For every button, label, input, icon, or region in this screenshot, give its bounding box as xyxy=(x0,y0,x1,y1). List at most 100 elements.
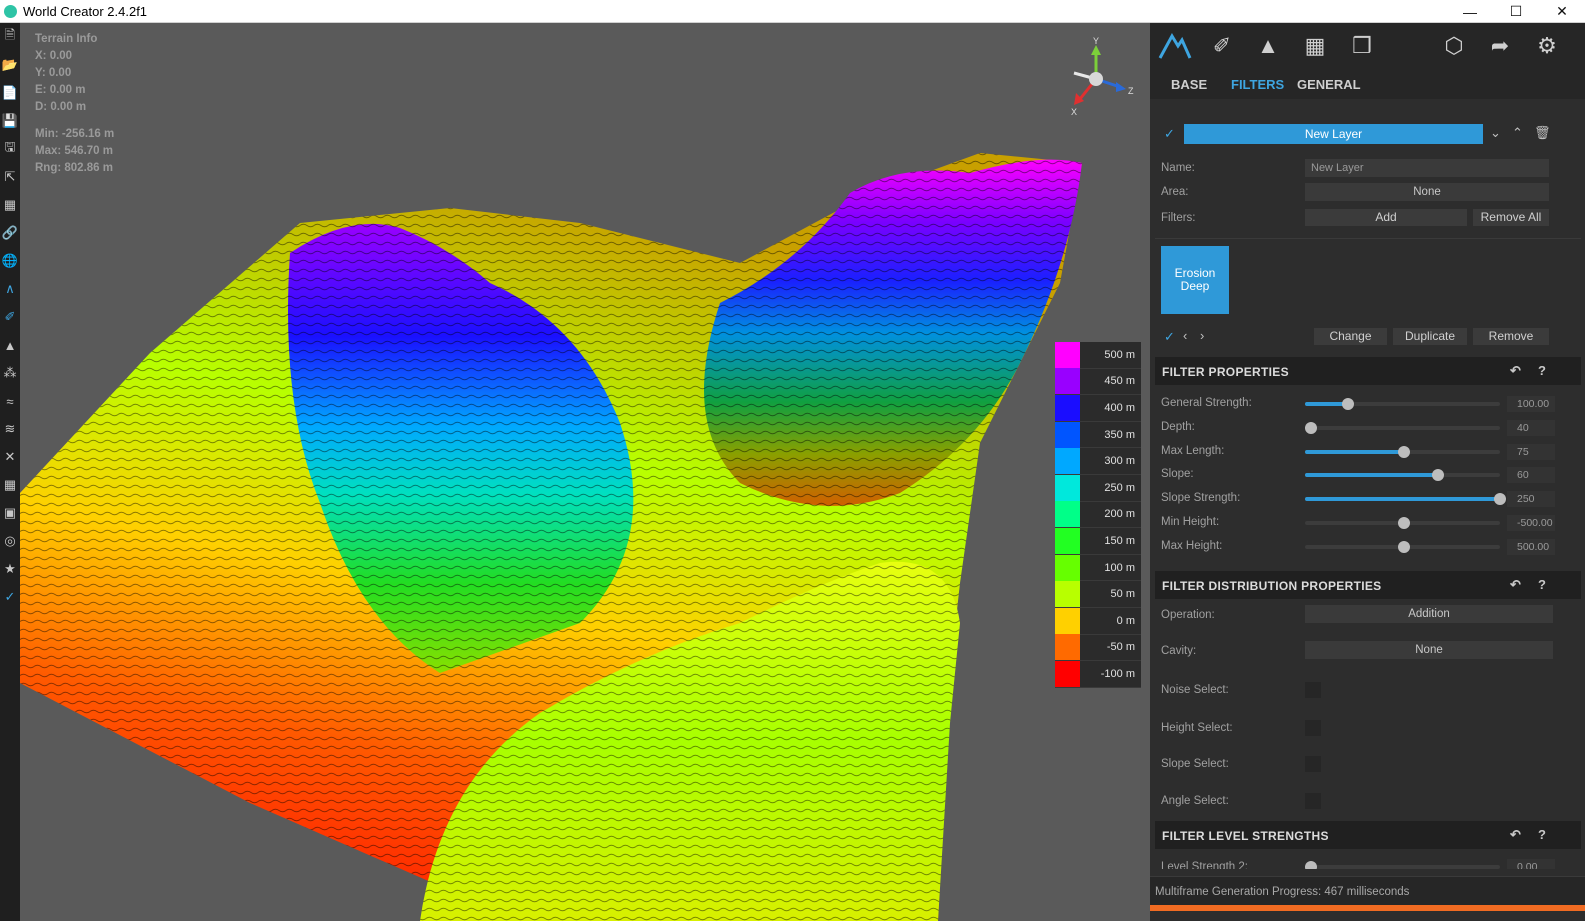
operation-dropdown[interactable]: Addition xyxy=(1305,605,1553,623)
slider-handle[interactable] xyxy=(1431,469,1444,481)
paint-tool-icon[interactable]: ✐ xyxy=(1205,29,1239,63)
filter-properties-header[interactable]: FILTER PROPERTIES ↶ ? xyxy=(1155,357,1581,385)
remove-button[interactable]: Remove xyxy=(1473,328,1549,345)
slider-handle[interactable] xyxy=(1398,541,1411,553)
filter-property-label: Max Length: xyxy=(1161,445,1225,457)
slider-handle[interactable] xyxy=(1398,446,1411,458)
grass-icon[interactable]: ▲ xyxy=(0,331,20,359)
new-file-icon[interactable]: 🗎 xyxy=(0,23,20,51)
plants-icon[interactable]: ⁂ xyxy=(0,359,20,387)
open-folder-icon[interactable]: 📂 xyxy=(0,51,20,79)
tool-icon[interactable]: ✓ xyxy=(0,583,20,611)
mountain-icon[interactable]: ∧ xyxy=(0,275,20,303)
change-button[interactable]: Change xyxy=(1314,328,1387,345)
help-icon[interactable]: ? xyxy=(1538,363,1546,378)
area-field[interactable]: None xyxy=(1305,183,1549,201)
globe-icon[interactable]: 🌐 xyxy=(0,247,20,275)
layers-icon[interactable]: ❒ xyxy=(1345,29,1379,63)
level-strength-value[interactable]: 0.00 xyxy=(1507,859,1555,869)
filter-property-value[interactable]: 60 xyxy=(1507,467,1555,483)
height-select-checkbox[interactable] xyxy=(1305,720,1321,736)
slider-handle[interactable] xyxy=(1494,493,1506,505)
filter-property-value[interactable]: 40 xyxy=(1507,420,1555,436)
close-button[interactable]: ✕ xyxy=(1539,0,1585,23)
layer-enabled-checkbox[interactable]: ✓ xyxy=(1164,126,1175,142)
tab-general[interactable]: GENERAL xyxy=(1297,77,1361,92)
chevron-down-icon[interactable]: ⌄ xyxy=(1490,125,1501,141)
forest-icon[interactable]: ▲ xyxy=(1251,29,1285,63)
previous-icon[interactable]: ‹ xyxy=(1183,328,1187,343)
filter-property-label: Depth: xyxy=(1161,421,1195,433)
filter-property-slider[interactable] xyxy=(1305,469,1500,481)
brush-icon[interactable]: ✐ xyxy=(0,303,20,331)
filter-enabled-checkbox[interactable]: ✓ xyxy=(1164,329,1175,345)
tab-filters[interactable]: FILTERS xyxy=(1231,77,1284,92)
duplicate-button[interactable]: Duplicate xyxy=(1393,328,1467,345)
star-icon[interactable]: ★ xyxy=(0,555,20,583)
filter-property-value[interactable]: -500.00 xyxy=(1507,515,1555,531)
minimize-button[interactable]: — xyxy=(1447,0,1493,23)
legend-row: 450 m xyxy=(1055,368,1141,396)
filter-property-slider[interactable] xyxy=(1305,493,1506,505)
image-icon[interactable]: ▣ xyxy=(0,499,20,527)
river-icon[interactable]: ≈ xyxy=(0,387,20,415)
open-file-icon[interactable]: 📄 xyxy=(0,79,20,107)
legend-row: 400 m xyxy=(1055,394,1141,422)
filter-property-value[interactable]: 250 xyxy=(1507,491,1555,507)
sphere-icon[interactable]: ◎ xyxy=(0,527,20,555)
reset-icon[interactable]: ↶ xyxy=(1510,363,1521,379)
grid-icon[interactable]: ▦ xyxy=(0,471,20,499)
map-icon[interactable]: ▦ xyxy=(0,191,20,219)
chevron-up-icon[interactable]: ⌃ xyxy=(1512,125,1523,141)
tab-base[interactable]: BASE xyxy=(1171,77,1207,92)
terrain-viewport[interactable]: Terrain Info X: 0.00 Y: 0.00 E: 0.00 m D… xyxy=(20,23,1150,921)
slider-handle[interactable] xyxy=(1341,398,1354,410)
remove-all-button[interactable]: Remove All xyxy=(1473,209,1549,226)
angle-select-checkbox[interactable] xyxy=(1305,793,1321,809)
erosion-icon[interactable]: ≋ xyxy=(0,415,20,443)
cube-icon[interactable]: ⬡ xyxy=(1437,29,1471,63)
settings-icon[interactable]: ⚙ xyxy=(1530,29,1564,63)
filter-property-value[interactable]: 100.00 xyxy=(1507,396,1555,412)
slope-select-checkbox[interactable] xyxy=(1305,756,1321,772)
transform-icon[interactable]: ✕ xyxy=(0,443,20,471)
help-icon[interactable]: ? xyxy=(1538,827,1546,842)
terrain-icon[interactable] xyxy=(1158,29,1192,63)
slider-handle[interactable] xyxy=(1305,422,1317,434)
maximize-button[interactable]: ☐ xyxy=(1493,0,1539,23)
filter-distribution-header[interactable]: FILTER DISTRIBUTION PROPERTIES ↶ ? xyxy=(1155,571,1581,599)
share-icon[interactable]: ➦ xyxy=(1483,29,1517,63)
next-icon[interactable]: › xyxy=(1200,328,1204,343)
add-filter-button[interactable]: Add xyxy=(1305,209,1467,226)
slider-handle[interactable] xyxy=(1398,517,1411,529)
slider-handle[interactable] xyxy=(1305,861,1317,869)
export-icon[interactable]: ⇱ xyxy=(0,163,20,191)
delete-icon[interactable]: 🗑 xyxy=(1534,125,1551,141)
cavity-dropdown[interactable]: None xyxy=(1305,641,1553,659)
filter-property-label: Slope Strength: xyxy=(1161,492,1241,504)
name-field[interactable]: New Layer xyxy=(1305,159,1549,177)
link-icon[interactable]: 🔗 xyxy=(0,219,20,247)
filter-property-slider[interactable] xyxy=(1305,398,1500,410)
reset-icon[interactable]: ↶ xyxy=(1510,577,1521,593)
filter-property-value[interactable]: 75 xyxy=(1507,444,1555,460)
save-as-icon[interactable]: 🖫 xyxy=(0,135,20,163)
filter-property-slider[interactable] xyxy=(1305,517,1500,529)
help-icon[interactable]: ? xyxy=(1538,577,1546,592)
filter-property-slider[interactable] xyxy=(1305,422,1500,434)
map-icon[interactable]: ▦ xyxy=(1298,29,1332,63)
axis-gizmo[interactable]: Y Z X xyxy=(1060,37,1140,117)
filter-property-value[interactable]: 500.00 xyxy=(1507,539,1555,555)
cavity-label: Cavity: xyxy=(1161,645,1197,657)
layer-name-bar[interactable]: New Layer xyxy=(1184,124,1483,144)
noise-select-checkbox[interactable] xyxy=(1305,682,1321,698)
filter-property-slider[interactable] xyxy=(1305,541,1500,553)
filter-level-strengths-header[interactable]: FILTER LEVEL STRENGTHS ↶ ? xyxy=(1155,821,1581,849)
filter-tile-erosion-deep[interactable]: Erosion Deep xyxy=(1161,246,1229,314)
level-strength-slider[interactable] xyxy=(1305,861,1500,869)
reset-icon[interactable]: ↶ xyxy=(1510,827,1521,843)
filter-property-slider[interactable] xyxy=(1305,446,1500,458)
terrain-render[interactable] xyxy=(20,23,1150,921)
operation-label: Operation: xyxy=(1161,609,1215,621)
save-icon[interactable]: 💾 xyxy=(0,107,20,135)
